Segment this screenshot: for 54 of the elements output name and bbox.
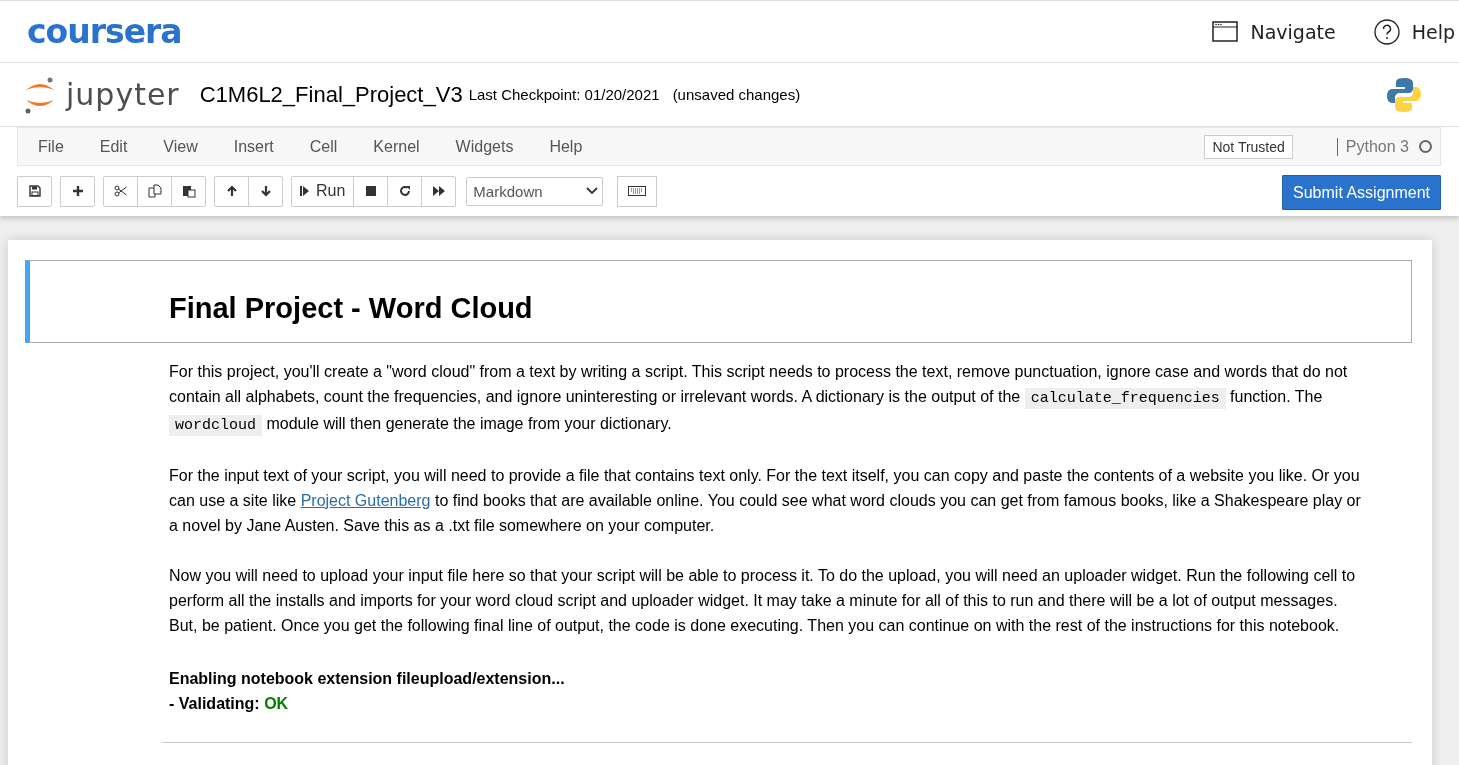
save-status: (unsaved changes)	[672, 86, 801, 103]
help-icon	[1373, 18, 1400, 45]
scissors-icon	[113, 185, 128, 197]
menu-item[interactable]: Help	[531, 137, 601, 156]
down-button[interactable]	[248, 175, 283, 207]
python-logo-icon	[1387, 76, 1421, 113]
restart-icon	[398, 185, 411, 197]
stop-icon	[364, 185, 377, 197]
submit-assignment-button[interactable]: Submit Assignment	[1282, 175, 1441, 210]
paste-button[interactable]	[171, 175, 206, 207]
copy-icon	[147, 184, 162, 198]
menu-item[interactable]: File	[20, 137, 82, 156]
restart-button[interactable]	[387, 175, 423, 207]
step-icon	[300, 185, 310, 197]
add-icon	[71, 185, 84, 197]
navigate-link[interactable]: Navigate	[1212, 20, 1336, 43]
heading-cell[interactable]: Final Project - Word Cloud	[25, 260, 1412, 343]
paragraph: For the input text of your script, you will need to provide a file that contains text only. For the text itself, you can copy and paste the contents of a website you like. Or you can use a site like Project Gutenberg to find books that are available online. You could see what word clouds you can get from famous books, like a Shakespeare play or a novel by Jane Austen. Save this as a .txt file somewhere on your computer.	[169, 466, 1362, 536]
help-link[interactable]: Help	[1373, 18, 1455, 45]
checkpoint-text: Last Checkpoint: 01/20/2021	[468, 86, 660, 103]
save-icon	[28, 185, 41, 197]
cell-type-dropdown[interactable]: Markdown	[466, 176, 604, 206]
run-button[interactable]: Run	[291, 175, 355, 207]
window-icon	[1212, 21, 1239, 42]
jupyter-logo[interactable]: jupyter	[22, 73, 180, 116]
paragraph: Now you will need to upload your input file here so that your script will be able to process it. To do the upload, you will need an uploader widget. Run the following cell to perform all the installs and imports for your word cloud script and uploader widget. It may take a minute for all of this to run and there will be a lot of output messages. But, be patient. Once you get the following final line of output, the code is done executing. Then you can continue on with the rest of the instructions for this notebook.	[169, 566, 1357, 636]
menu-item[interactable]: Insert	[215, 137, 292, 156]
save-button[interactable]	[17, 175, 52, 207]
menu-item[interactable]: Kernel	[355, 137, 438, 156]
fastforward-button[interactable]	[421, 175, 457, 207]
link[interactable]: Project Gutenberg	[300, 492, 431, 509]
caret-icon	[586, 187, 599, 195]
arrow-up-icon	[225, 185, 238, 197]
menu-item[interactable]: Cell	[291, 137, 356, 156]
menu-item[interactable]: Edit	[81, 137, 146, 156]
add-button[interactable]	[60, 175, 95, 207]
trust-indicator[interactable]: Not Trusted	[1204, 134, 1293, 159]
fast-forward-icon	[431, 185, 446, 197]
keyboard-button[interactable]	[617, 175, 658, 207]
paste-icon	[181, 184, 196, 198]
cut-button[interactable]	[103, 175, 138, 207]
paragraph: For this project, you'll create a "word cloud" from a text by writing a script. This script needs to process the text, remove punctuation, ignore case and words that do not contain all alphabets, count the frequencies, and ignore uninteresting or irrelevant words. A dictionary is the output of the calculate_frequencies function. The wordcloud module will then generate the image from your dictionary.	[169, 362, 1349, 438]
kernel-name[interactable]: Python 3	[1345, 137, 1409, 156]
up-button[interactable]	[214, 175, 249, 207]
menu-item[interactable]: Widgets	[437, 137, 532, 156]
output-line: Enabling notebook extension fileupload/extension...	[169, 669, 566, 689]
output-line: - Validating: OK	[169, 694, 290, 714]
stop-button[interactable]	[353, 175, 389, 207]
arrow-down-icon	[259, 185, 272, 197]
menu-item[interactable]: View	[145, 137, 216, 156]
keyboard-icon	[628, 186, 647, 196]
notebook-heading: Final Project - Word Cloud	[169, 291, 533, 325]
notebook-title[interactable]: C1M6L2_Final_Project_V3	[199, 81, 463, 108]
brand-logo[interactable]: coursera	[27, 12, 182, 51]
